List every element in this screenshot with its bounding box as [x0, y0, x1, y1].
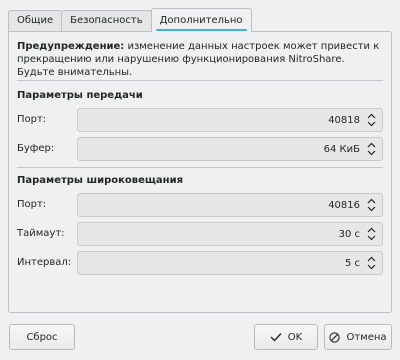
spin-arrows-icon[interactable]: [365, 140, 377, 158]
settings-tabbar: Общие Безопасность Дополнительно: [8, 8, 252, 32]
interval-value: 5 с: [344, 257, 360, 269]
timeout-label: Таймаут:: [17, 228, 65, 239]
ok-button[interactable]: OK: [254, 324, 318, 350]
advanced-panel: Предупреждение: изменение данных настрое…: [8, 31, 392, 313]
transfer-port-value: 40818: [328, 114, 360, 126]
interval-label: Интервал:: [17, 257, 72, 268]
broadcast-port-label: Порт:: [17, 199, 47, 210]
spin-arrows-icon[interactable]: [365, 111, 377, 129]
spin-arrows-icon[interactable]: [365, 254, 377, 272]
cancel-button-label: Отмена: [346, 331, 387, 343]
tab-security[interactable]: Безопасность: [61, 10, 152, 32]
transfer-section-title: Параметры передачи: [17, 90, 143, 101]
cancel-icon: [329, 331, 341, 343]
warning-text: Предупреждение: изменение данных настрое…: [17, 40, 383, 79]
buffer-value: 64 КиБ: [323, 143, 360, 155]
ok-button-label: OK: [287, 331, 303, 343]
reset-button[interactable]: Сброс: [9, 324, 75, 350]
buffer-spinbox[interactable]: 64 КиБ: [77, 137, 383, 161]
spin-arrows-icon[interactable]: [365, 225, 377, 243]
divider: [17, 167, 383, 168]
broadcast-section-title: Параметры широковещания: [17, 175, 184, 186]
timeout-spinbox[interactable]: 30 с: [77, 222, 383, 246]
broadcast-port-value: 40816: [328, 199, 360, 211]
spin-arrows-icon[interactable]: [365, 196, 377, 214]
divider: [17, 80, 383, 81]
checkmark-icon: [270, 333, 282, 342]
transfer-port-label: Порт:: [17, 114, 47, 125]
timeout-value: 30 с: [338, 228, 360, 240]
buffer-label: Буфер:: [17, 143, 55, 154]
transfer-port-spinbox[interactable]: 40818: [77, 108, 383, 132]
tab-general[interactable]: Общие: [8, 10, 63, 32]
cancel-button[interactable]: Отмена: [324, 324, 392, 350]
broadcast-port-spinbox[interactable]: 40816: [77, 193, 383, 217]
warning-label: Предупреждение:: [17, 41, 125, 52]
reset-button-label: Сброс: [26, 331, 58, 343]
interval-spinbox[interactable]: 5 с: [77, 251, 383, 275]
tab-advanced[interactable]: Дополнительно: [150, 8, 252, 32]
